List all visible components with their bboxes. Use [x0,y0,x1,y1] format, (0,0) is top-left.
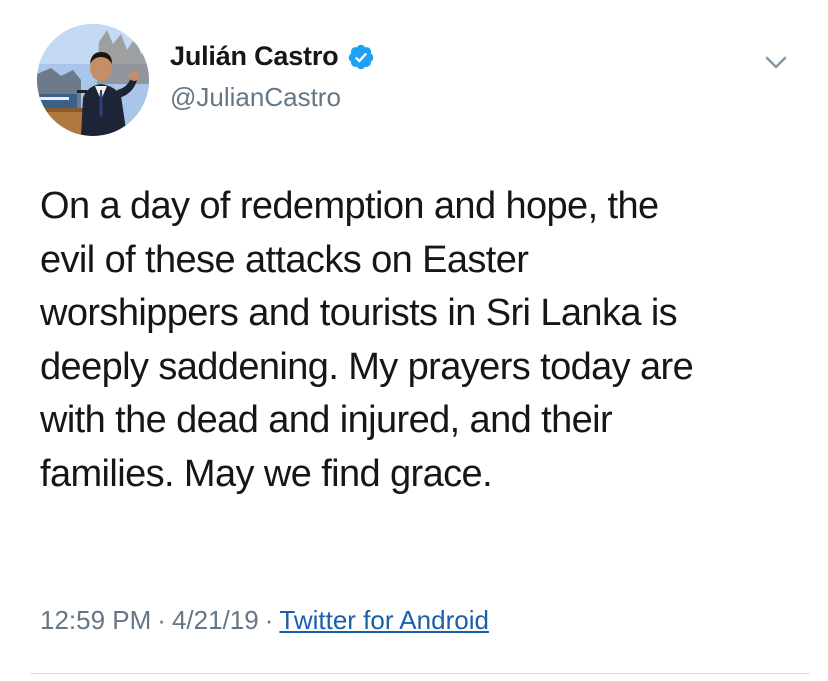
tweet-text: On a day of redemption and hope, the evi… [40,185,694,495]
tweet-time: 12:59 PM [40,605,152,635]
verified-badge-icon [349,44,374,69]
tweet-menu-button[interactable] [762,48,790,76]
meta-separator: · [264,605,274,635]
author-handle[interactable]: @JulianCastro [170,82,341,113]
meta-separator: · [157,605,166,635]
author-name-row: Julián Castro [170,41,375,72]
tweet-source-link[interactable]: Twitter for Android [279,605,489,635]
tweet-metadata: 12:59 PM · 4/21/19 · Twitter for Android [40,605,489,636]
profile-photo-icon [37,24,149,136]
tweet-date[interactable]: 4/21/19 [172,605,259,635]
tweet-card: Julián Castro @JulianCastro On a day of … [0,0,828,681]
chevron-down-icon [765,56,787,69]
author-display-name[interactable]: Julián Castro [170,41,339,72]
avatar[interactable] [37,24,149,136]
divider [30,673,810,674]
